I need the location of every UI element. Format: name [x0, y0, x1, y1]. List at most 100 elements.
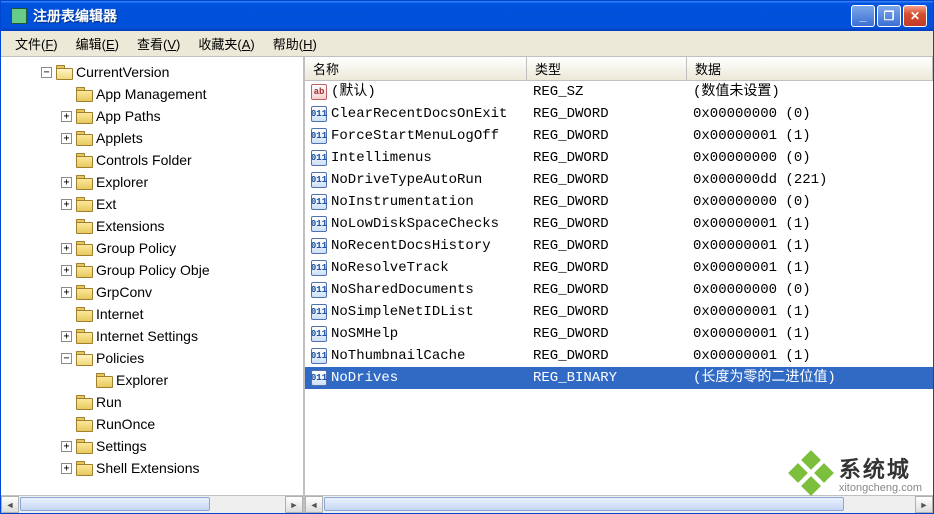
list-row[interactable]: 011IntellimenusREG_DWORD0x00000000 (0) — [305, 147, 933, 169]
tree-item[interactable]: App Management — [1, 83, 303, 105]
tree-item[interactable]: + Settings — [1, 435, 303, 457]
tree-item[interactable]: +GrpConv — [1, 281, 303, 303]
tree-item-label: Settings — [96, 436, 147, 456]
list-row[interactable]: 011NoSimpleNetIDListREG_DWORD0x00000001 … — [305, 301, 933, 323]
tree-item[interactable]: RunOnce — [1, 413, 303, 435]
value-type: REG_DWORD — [527, 301, 687, 323]
expand-icon[interactable]: + — [61, 441, 72, 452]
tree-item-label: Extensions — [96, 216, 164, 236]
expand-icon[interactable]: + — [61, 265, 72, 276]
scroll-right-icon[interactable]: ► — [285, 496, 303, 513]
expand-icon[interactable]: + — [61, 177, 72, 188]
expand-icon[interactable]: + — [61, 199, 72, 210]
tree-item[interactable]: +Applets — [1, 127, 303, 149]
tree-item[interactable]: +Internet Settings — [1, 325, 303, 347]
value-name: ForceStartMenuLogOff — [331, 125, 499, 147]
tree-item-label: Controls Folder — [96, 150, 192, 170]
scroll-left-icon[interactable]: ◄ — [1, 496, 19, 513]
expand-icon[interactable]: + — [61, 133, 72, 144]
tree-item[interactable]: +Group Policy Obje — [1, 259, 303, 281]
scroll-right-icon[interactable]: ► — [915, 496, 933, 513]
tree-item[interactable]: Controls Folder — [1, 149, 303, 171]
maximize-button[interactable]: ❐ — [877, 5, 901, 27]
value-data: 0x00000001 (1) — [687, 213, 933, 235]
expand-icon[interactable]: + — [61, 243, 72, 254]
tree-item[interactable]: Internet — [1, 303, 303, 325]
list-row[interactable]: 011NoThumbnailCacheREG_DWORD0x00000001 (… — [305, 345, 933, 367]
folder-icon — [76, 329, 92, 343]
menu-查看[interactable]: 查看(V) — [129, 31, 188, 56]
expand-icon[interactable]: + — [61, 287, 72, 298]
tree-horizontal-scrollbar[interactable]: ◄ ► — [1, 495, 303, 513]
list-row[interactable]: 011ClearRecentDocsOnExitREG_DWORD0x00000… — [305, 103, 933, 125]
list-row[interactable]: 011ForceStartMenuLogOffREG_DWORD0x000000… — [305, 125, 933, 147]
value-name: NoDrives — [331, 367, 398, 389]
tree-item[interactable]: +Shell Extensions — [1, 457, 303, 479]
scroll-left-icon[interactable]: ◄ — [305, 496, 323, 513]
list-row[interactable]: 011NoDriveTypeAutoRunREG_DWORD0x000000dd… — [305, 169, 933, 191]
value-data: 0x00000000 (0) — [687, 191, 933, 213]
collapse-icon[interactable]: − — [41, 67, 52, 78]
expand-icon[interactable]: + — [61, 463, 72, 474]
value-data: 0x00000001 (1) — [687, 323, 933, 345]
expand-icon[interactable]: + — [61, 111, 72, 122]
scroll-thumb[interactable] — [20, 497, 210, 511]
menu-帮助[interactable]: 帮助(H) — [265, 31, 325, 56]
tree-item[interactable]: +Group Policy — [1, 237, 303, 259]
list-row[interactable]: 011NoResolveTrackREG_DWORD0x00000001 (1) — [305, 257, 933, 279]
menu-文件[interactable]: 文件(F) — [7, 31, 66, 56]
column-header-name[interactable]: 名称 — [305, 57, 527, 80]
value-name: NoResolveTrack — [331, 257, 449, 279]
list-row[interactable]: 011NoSharedDocumentsREG_DWORD0x00000000 … — [305, 279, 933, 301]
binary-value-icon: 011 — [311, 216, 327, 232]
tree-item[interactable]: Explorer — [1, 369, 303, 391]
close-button[interactable]: ✕ — [903, 5, 927, 27]
tree-item[interactable]: +Ext — [1, 193, 303, 215]
scroll-track[interactable] — [323, 496, 915, 513]
folder-icon — [96, 373, 112, 387]
value-type: REG_DWORD — [527, 345, 687, 367]
scroll-track[interactable] — [19, 496, 285, 513]
tree-item-label: Internet — [96, 304, 143, 324]
tree-item[interactable]: Extensions — [1, 215, 303, 237]
menu-收藏夹[interactable]: 收藏夹(A) — [190, 31, 262, 56]
scroll-thumb[interactable] — [324, 497, 844, 511]
value-type: REG_DWORD — [527, 169, 687, 191]
list-row[interactable]: 011NoDrivesREG_BINARY(长度为零的二进位值) — [305, 367, 933, 389]
tree-item[interactable]: +Explorer — [1, 171, 303, 193]
binary-value-icon: 011 — [311, 348, 327, 364]
value-name: ClearRecentDocsOnExit — [331, 103, 507, 125]
titlebar[interactable]: 注册表编辑器 _ ❐ ✕ — [1, 1, 933, 31]
tree-item-label: CurrentVersion — [76, 62, 169, 82]
minimize-button[interactable]: _ — [851, 5, 875, 27]
column-header-type[interactable]: 类型 — [527, 57, 687, 80]
tree-item[interactable]: +App Paths — [1, 105, 303, 127]
list-horizontal-scrollbar[interactable]: ◄ ► — [305, 495, 933, 513]
list-row[interactable]: 011NoRecentDocsHistoryREG_DWORD0x0000000… — [305, 235, 933, 257]
list-row[interactable]: 011NoSMHelpREG_DWORD0x00000001 (1) — [305, 323, 933, 345]
folder-icon — [76, 461, 92, 475]
folder-icon — [76, 87, 92, 101]
tree-item[interactable]: Run — [1, 391, 303, 413]
value-data: 0x00000001 (1) — [687, 345, 933, 367]
list-row[interactable]: 011NoInstrumentationREG_DWORD0x00000000 … — [305, 191, 933, 213]
list-row[interactable]: 011NoLowDiskSpaceChecksREG_DWORD0x000000… — [305, 213, 933, 235]
binary-value-icon: 011 — [311, 128, 327, 144]
list-view[interactable]: ab(默认)REG_SZ(数值未设置)011ClearRecentDocsOnE… — [305, 81, 933, 495]
folder-icon — [76, 285, 92, 299]
value-name: NoDriveTypeAutoRun — [331, 169, 482, 191]
value-data: 0x00000001 (1) — [687, 301, 933, 323]
binary-value-icon: 011 — [311, 260, 327, 276]
tree-item[interactable]: −Policies — [1, 347, 303, 369]
value-data: 0x00000001 (1) — [687, 125, 933, 147]
column-header-data[interactable]: 数据 — [687, 57, 933, 80]
value-data: 0x00000001 (1) — [687, 257, 933, 279]
tree-view[interactable]: −CurrentVersionApp Management+App Paths+… — [1, 57, 303, 495]
folder-icon — [76, 263, 92, 277]
list-row[interactable]: ab(默认)REG_SZ(数值未设置) — [305, 81, 933, 103]
menu-编辑[interactable]: 编辑(E) — [68, 31, 127, 56]
registry-editor-window: 注册表编辑器 _ ❐ ✕ 文件(F)编辑(E)查看(V)收藏夹(A)帮助(H) … — [0, 0, 934, 514]
tree-item[interactable]: − CurrentVersion — [1, 61, 303, 83]
expand-icon[interactable]: + — [61, 331, 72, 342]
collapse-icon[interactable]: − — [61, 353, 72, 364]
